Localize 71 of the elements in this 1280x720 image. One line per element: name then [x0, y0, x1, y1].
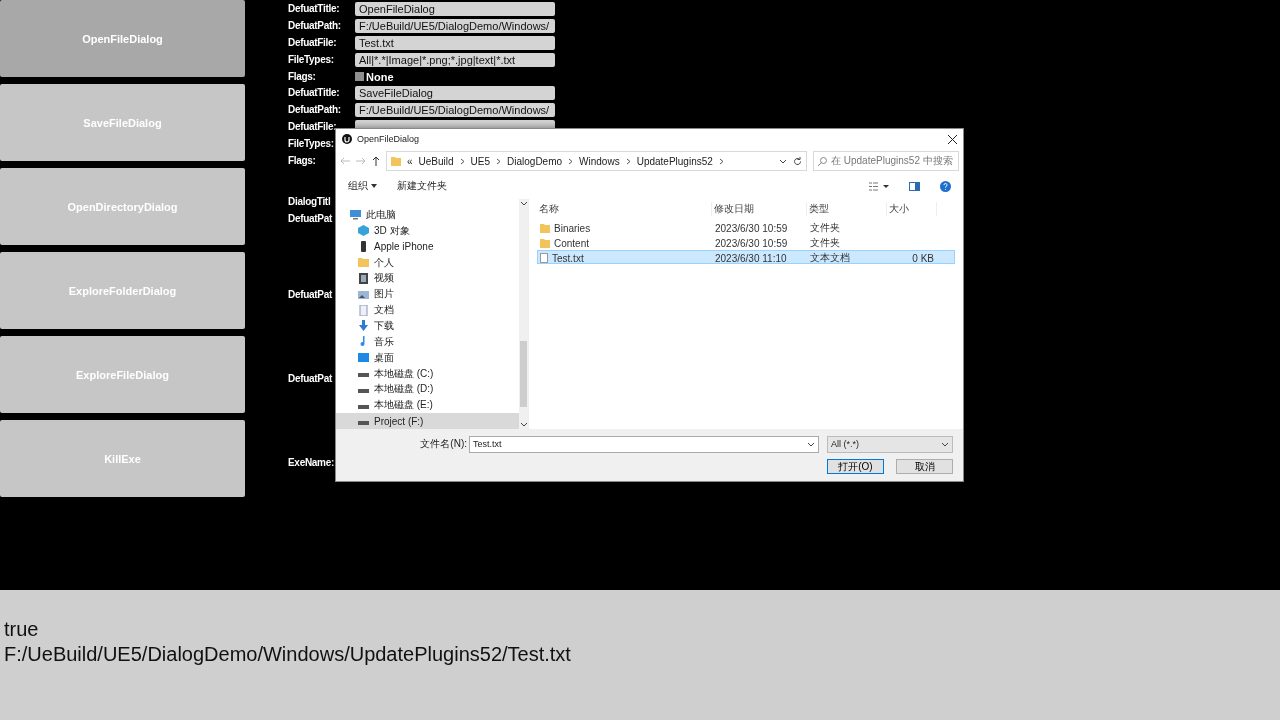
- field-label: DefuatPat: [288, 372, 332, 384]
- address-bar[interactable]: « UeBuild UE5 DialogDemo Windows UpdatePlugins52: [386, 151, 807, 171]
- field-label: Flags:: [288, 71, 317, 82]
- text-field[interactable]: F:/UeBuild/UE5/DialogDemo/Windows/: [355, 18, 555, 33]
- search-field[interactable]: 在 UpdatePlugins52 中搜索: [813, 151, 959, 171]
- file-type-dropdown[interactable]: All (*.*): [827, 435, 953, 453]
- column-header[interactable]: 名称: [537, 202, 712, 216]
- breadcrumb-item[interactable]: UpdatePlugins52: [636, 155, 713, 167]
- text-field[interactable]: Test.txt: [355, 35, 555, 50]
- nav-item[interactable]: 本地磁盘 (D:): [336, 381, 519, 398]
- output-line: F:/UeBuild/UE5/DialogDemo/Windows/UpdatePlugins52/Test.txt: [4, 642, 572, 667]
- field-label: DefuatFile:: [288, 37, 338, 48]
- window-title: OpenFileDialog: [357, 134, 421, 144]
- file-date: 2023/6/30 11:10: [715, 252, 787, 264]
- column-header[interactable]: 大小: [887, 202, 937, 216]
- toolbar-button[interactable]: 新建文件夹: [397, 179, 447, 193]
- field-label: ExeName:: [288, 456, 334, 468]
- nav-item[interactable]: Project (F:): [336, 413, 519, 430]
- column-header[interactable]: 类型: [807, 202, 887, 216]
- column-header[interactable]: 修改日期: [712, 202, 807, 216]
- file-row[interactable]: Binaries 2023/6/30 10:59 文件夹: [537, 220, 955, 234]
- filename-label: 文件名(N):: [420, 437, 467, 451]
- nav-item[interactable]: 视频: [336, 270, 519, 287]
- nav-item[interactable]: 此电脑: [336, 207, 519, 223]
- breadcrumb-overflow[interactable]: «: [407, 155, 413, 167]
- nav-item[interactable]: 下载: [336, 318, 519, 334]
- file-type: 文件夹: [810, 221, 840, 235]
- cancel-button[interactable]: 取消: [896, 458, 953, 474]
- file-name: Content: [554, 237, 590, 249]
- field-label: DefuatPath:: [288, 104, 342, 115]
- nav-item[interactable]: 图片: [336, 286, 519, 303]
- text-field[interactable]: All|*.*|Image|*.png;*.jpg|text|*.txt: [355, 52, 555, 67]
- field-label: FileTypes:: [288, 138, 334, 149]
- toolbar-button[interactable]: 组织: [348, 179, 377, 193]
- nav-item[interactable]: 本地磁盘 (E:): [336, 397, 519, 414]
- nav-item[interactable]: 桌面: [336, 349, 519, 366]
- field-label: DefuatFile:: [288, 121, 338, 132]
- text-field[interactable]: OpenFileDialog: [355, 1, 555, 16]
- file-type: 文件夹: [810, 236, 840, 250]
- nav-item[interactable]: 音乐: [336, 333, 519, 350]
- nav-item[interactable]: Apple iPhone: [336, 238, 519, 255]
- breadcrumb-item[interactable]: UeBuild: [418, 155, 454, 167]
- file-size: 0 KB: [911, 252, 935, 264]
- text-field[interactable]: SaveFileDialog: [355, 85, 555, 100]
- text-field[interactable]: F:/UeBuild/UE5/DialogDemo/Windows/: [355, 102, 555, 117]
- file-type: 文本文档: [810, 251, 850, 265]
- nav-item[interactable]: 文档: [336, 302, 519, 318]
- field-label: FileTypes:: [288, 54, 335, 65]
- nav-item[interactable]: 3D 对象: [336, 222, 519, 239]
- file-date: 2023/6/30 10:59: [715, 237, 788, 249]
- field-label: DefuatTitle:: [288, 3, 341, 14]
- field-label: Flags:: [288, 155, 316, 166]
- open-button[interactable]: 打开(O): [827, 458, 884, 474]
- field-label: DefuatPat: [288, 288, 332, 300]
- breadcrumb-item[interactable]: UE5: [470, 155, 491, 167]
- filename-field[interactable]: Test.txt: [469, 435, 819, 453]
- file-name: Binaries: [554, 222, 591, 234]
- nav-item[interactable]: 个人: [336, 254, 519, 271]
- nav-item[interactable]: 本地磁盘 (C:): [336, 365, 519, 382]
- field-label: DialogTitl: [288, 196, 331, 207]
- checkbox-label: None: [366, 70, 394, 83]
- field-label: DefuatTitle:: [288, 87, 341, 98]
- file-row[interactable]: Test.txt 2023/6/30 11:10 文本文档 0 KB: [537, 250, 955, 264]
- output-line: true: [4, 617, 40, 642]
- breadcrumb-item[interactable]: Windows: [579, 155, 620, 167]
- field-label: DefuatPat: [288, 213, 332, 224]
- file-date: 2023/6/30 10:59: [715, 222, 788, 234]
- file-row[interactable]: Content 2023/6/30 10:59 文件夹: [537, 235, 955, 249]
- breadcrumb-item[interactable]: DialogDemo: [507, 155, 563, 167]
- file-name: Test.txt: [552, 252, 584, 264]
- field-label: DefuatPath:: [288, 20, 342, 31]
